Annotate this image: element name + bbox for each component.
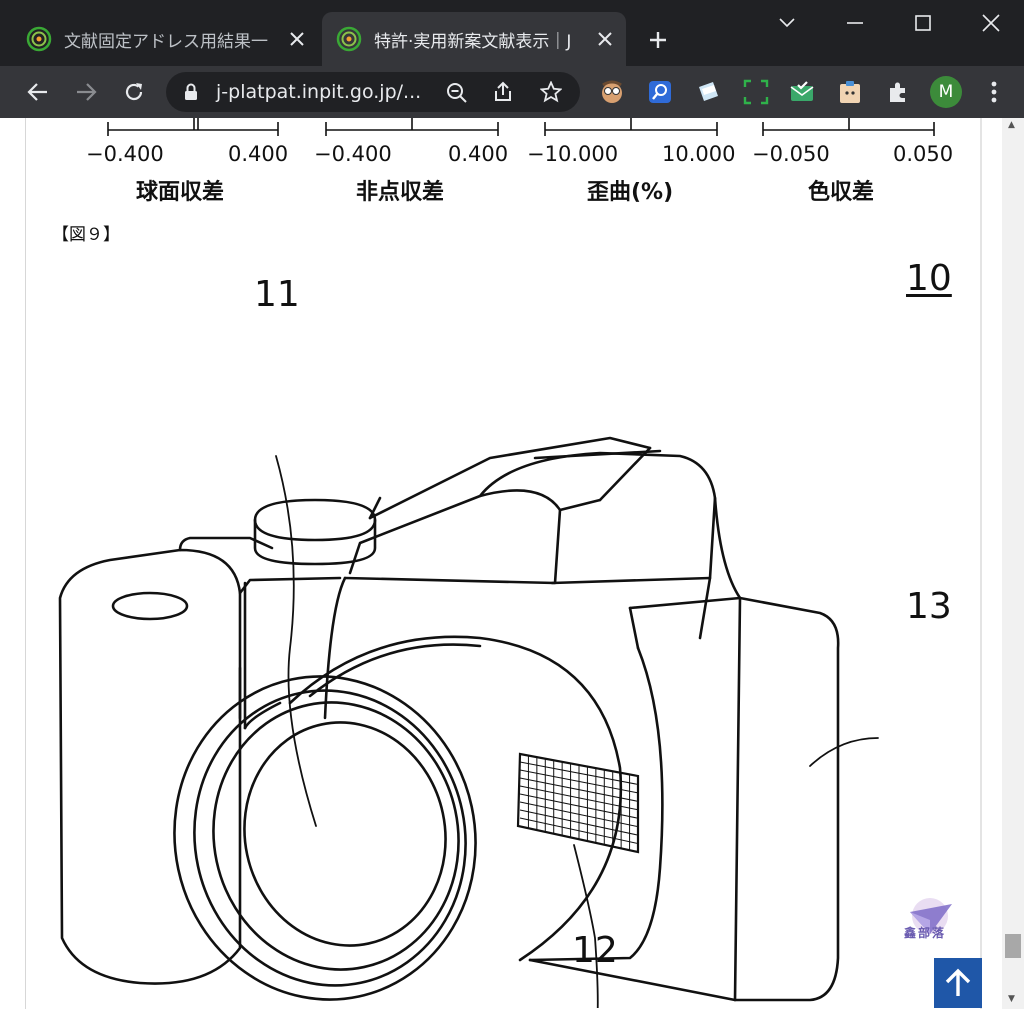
lock-icon bbox=[185, 83, 197, 100]
back-button[interactable] bbox=[20, 74, 56, 110]
scroll-up-arrow-icon[interactable]: ▲ bbox=[1008, 120, 1015, 130]
search-extension-icon[interactable] bbox=[646, 78, 674, 106]
reload-button[interactable] bbox=[116, 74, 152, 110]
page-right-border bbox=[980, 118, 982, 1009]
axis-min-label: −0.400 bbox=[314, 142, 392, 166]
figure-label: 【図９】 bbox=[52, 225, 120, 245]
tab-search-icon[interactable] bbox=[764, 6, 810, 40]
axis-max-label: 0.050 bbox=[893, 142, 954, 166]
axis-max-label: 10.000 bbox=[662, 142, 736, 166]
share-icon[interactable] bbox=[492, 81, 514, 103]
axis-title: 色収差 bbox=[808, 180, 875, 205]
tab-title: 特許·実用新案文献表示｜J bbox=[374, 31, 572, 52]
vertical-scrollbar[interactable]: ▲ ▼ bbox=[1002, 118, 1024, 1009]
axis-title: 球面収差 bbox=[136, 180, 225, 205]
scroll-thumb[interactable] bbox=[1005, 934, 1021, 958]
axis-min-label: −0.400 bbox=[86, 142, 164, 166]
scroll-down-arrow-icon[interactable]: ▼ bbox=[1008, 994, 1015, 1004]
axis-max-label: 0.400 bbox=[228, 142, 289, 166]
ref-number-camera: 10 bbox=[906, 258, 952, 299]
toolbar: j-platpat.inpit.go.jp/... M bbox=[0, 66, 1024, 118]
arrow-up-icon bbox=[945, 968, 971, 996]
clipboard-extension-icon[interactable] bbox=[836, 78, 864, 106]
zoom-icon[interactable] bbox=[446, 82, 468, 104]
ref-number-lens: 11 bbox=[254, 274, 300, 315]
face-extension-icon[interactable] bbox=[598, 78, 626, 106]
tab-active[interactable]: 特許·実用新案文献表示｜J bbox=[322, 12, 626, 66]
aberration-axes: −0.400 0.400 球面収差 −0.400 0.400 非点収差 −10.… bbox=[0, 118, 980, 208]
tab-title: 文献固定アドレス用結果一 bbox=[64, 31, 268, 52]
axis-title: 非点収差 bbox=[356, 180, 445, 205]
tab-strip: 文献固定アドレス用結果一 特許·実用新案文献表示｜J bbox=[0, 0, 1024, 66]
forward-button[interactable] bbox=[68, 74, 104, 110]
bookmark-star-icon[interactable] bbox=[540, 81, 562, 103]
maximize-button[interactable] bbox=[900, 6, 946, 40]
lens-barrel bbox=[288, 635, 623, 962]
page-content: −0.400 0.400 球面収差 −0.400 0.400 非点収差 −10.… bbox=[0, 118, 1024, 1009]
jplatpat-spiral-icon bbox=[26, 26, 52, 52]
ref-number-flash: 12 bbox=[572, 930, 618, 971]
ref-number-body: 13 bbox=[906, 586, 952, 627]
page-left-margin bbox=[0, 118, 26, 1009]
watermark-text: 鑫部落 bbox=[904, 926, 947, 940]
close-tab-icon[interactable] bbox=[286, 28, 308, 50]
minimize-button[interactable] bbox=[832, 6, 878, 40]
axis-min-label: −10.000 bbox=[527, 142, 619, 166]
address-bar[interactable]: j-platpat.inpit.go.jp/... bbox=[166, 72, 580, 112]
camera-patent-drawing bbox=[58, 436, 879, 1008]
url-text: j-platpat.inpit.go.jp/... bbox=[216, 81, 422, 103]
back-to-top-button[interactable] bbox=[934, 958, 982, 1008]
puzzle-icon[interactable] bbox=[884, 78, 912, 106]
screenshot-extension-icon[interactable] bbox=[742, 78, 770, 106]
profile-avatar[interactable]: M bbox=[930, 76, 962, 108]
tab-inactive[interactable]: 文献固定アドレス用結果一 bbox=[12, 12, 318, 66]
close-window-button[interactable] bbox=[968, 6, 1014, 40]
new-tab-button[interactable] bbox=[640, 22, 676, 58]
notes-extension-icon[interactable] bbox=[694, 78, 722, 106]
axis-title: 歪曲(%) bbox=[587, 180, 674, 205]
camera-grip bbox=[58, 548, 242, 985]
axis-max-label: 0.400 bbox=[448, 142, 509, 166]
close-tab-icon[interactable] bbox=[594, 28, 616, 50]
menu-kebab-icon[interactable] bbox=[976, 74, 1012, 110]
mail-check-extension-icon[interactable] bbox=[788, 78, 816, 106]
jplatpat-spiral-icon bbox=[336, 26, 362, 52]
axis-min-label: −0.050 bbox=[752, 142, 830, 166]
